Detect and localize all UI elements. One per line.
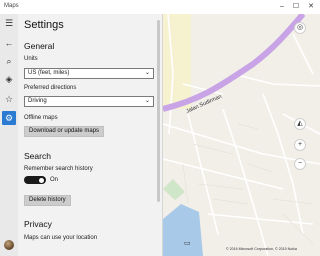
map-area-yellow [163,14,191,109]
directions-select[interactable]: Driving ⌄ [24,96,154,107]
delete-history-button[interactable]: Delete history [24,195,71,206]
toggle-state: On [50,177,59,183]
favorites-icon[interactable]: ☆ [2,92,16,106]
map-logo-icon: ▭ [184,240,191,247]
zoom-in-icon[interactable]: + [294,139,306,151]
units-value: US (feet, miles) [28,70,70,76]
chevron-down-icon: ⌄ [144,98,150,104]
units-label: Units [24,56,38,62]
menu-icon[interactable]: ☰ [2,16,16,30]
location-label: Maps can use your location [24,235,98,241]
title-bar: Maps – ☐ ✕ [0,0,320,14]
units-select[interactable]: US (feet, miles) ⌄ [24,68,154,79]
maximize-icon[interactable]: ☐ [290,1,302,12]
settings-panel: Settings General Units US (feet, miles) … [18,14,163,256]
directions-icon[interactable]: ◈ [2,72,16,86]
directions-label: Preferred directions [24,85,77,91]
privacy-heading: Privacy [24,219,52,229]
search-icon[interactable]: ⌕ [2,54,16,68]
close-icon[interactable]: ✕ [305,1,317,12]
window-title: Maps [4,3,19,9]
download-maps-button[interactable]: Download or update maps [24,126,105,137]
settings-scrollbar[interactable] [157,20,160,202]
map-canvas[interactable]: Jalan Sudirman [163,14,320,256]
chevron-down-icon: ⌄ [144,70,150,76]
locate-icon[interactable]: ◎ [294,22,306,34]
page-title: Settings [24,19,64,31]
zoom-out-icon[interactable]: − [294,158,306,170]
avatar[interactable] [4,240,14,250]
directions-value: Driving [28,98,47,104]
map-copyright: © 2016 Microsoft Corporation, © 2015 Nok… [226,247,297,251]
search-history-label: Remember search history [24,166,93,172]
toggle-knob [39,177,44,183]
offline-maps-label: Offline maps [24,115,58,121]
general-heading: General [24,41,55,51]
search-history-toggle[interactable] [24,176,46,184]
search-heading: Search [24,151,51,161]
compass-icon[interactable]: ◭ [294,118,306,130]
minimize-icon[interactable]: – [276,1,288,12]
nav-rail: ☰ ← ⌕ ◈ ☆ ⚙ [0,14,19,256]
settings-icon[interactable]: ⚙ [2,111,16,125]
back-icon[interactable]: ← [2,36,16,50]
